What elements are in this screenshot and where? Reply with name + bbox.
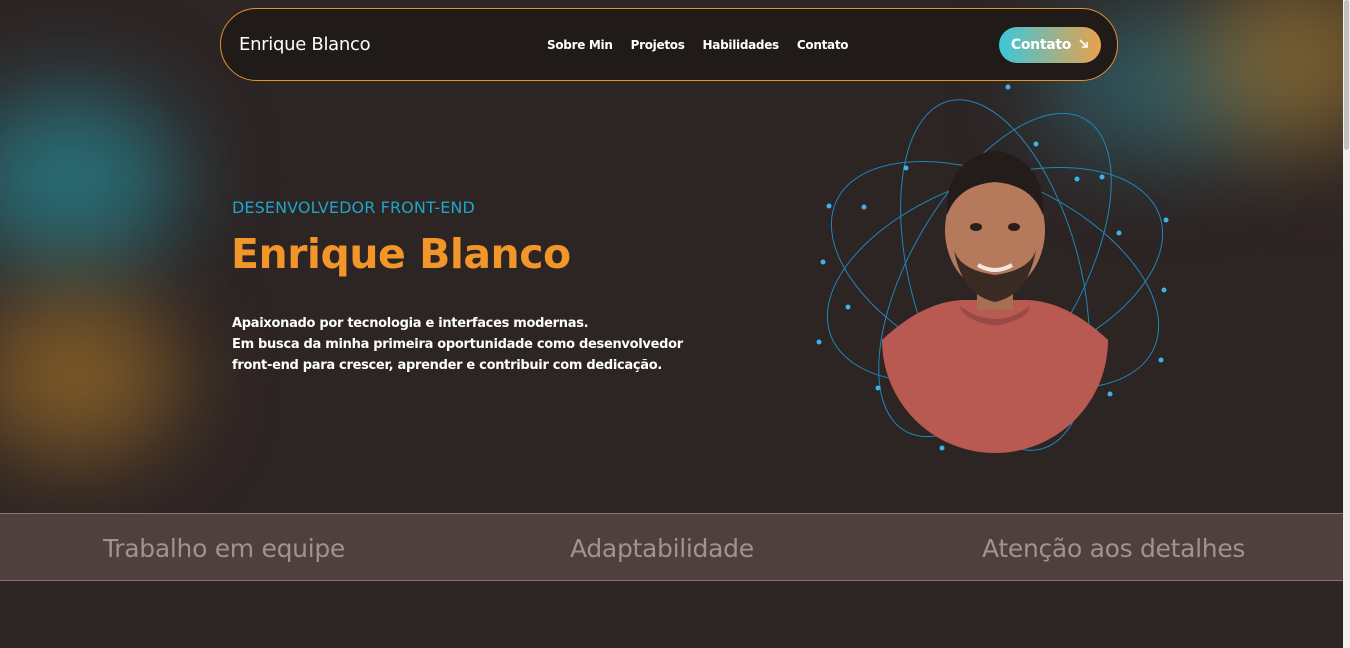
scrollbar-thumb[interactable] [1344, 0, 1349, 150]
skill-item: Atenção aos detalhes [982, 534, 1246, 563]
hero-description-line: front-end para crescer, aprender e contr… [232, 358, 663, 373]
hero-description-line: Apaixonado por tecnologia e interfaces m… [232, 316, 589, 331]
hero-description: Apaixonado por tecnologia e interfaces m… [232, 313, 683, 376]
background-glow-orange [0, 290, 180, 460]
nav-link-contato[interactable]: Contato [797, 38, 849, 52]
background-glow-teal [0, 90, 180, 270]
contact-button[interactable]: Contato [999, 27, 1101, 63]
arrow-down-right-icon [1079, 38, 1089, 52]
skills-bar: Trabalho em equipe Adaptabilidade Atençã… [0, 513, 1346, 581]
nav-link-projetos[interactable]: Projetos [631, 38, 685, 52]
hero-title: Enrique Blanco [231, 230, 571, 278]
nav-links: Sobre Min Projetos Habilidades Contato [547, 38, 849, 52]
contact-button-label: Contato [1010, 37, 1072, 53]
skill-item: Trabalho em equipe [103, 534, 345, 563]
nav-link-habilidades[interactable]: Habilidades [703, 38, 780, 52]
brand-logo[interactable]: Enrique Blanco [239, 34, 371, 55]
hero-description-line: Em busca da minha primeira oportunidade … [232, 337, 683, 352]
profile-avatar [882, 130, 1108, 453]
profile-photo [882, 150, 1108, 453]
nav-link-sobre-min[interactable]: Sobre Min [547, 38, 613, 52]
navbar: Enrique Blanco Sobre Min Projetos Habili… [220, 8, 1118, 81]
skill-item: Adaptabilidade [570, 534, 754, 563]
hero-subtitle: DESENVOLVEDOR FRONT-END [232, 198, 475, 217]
